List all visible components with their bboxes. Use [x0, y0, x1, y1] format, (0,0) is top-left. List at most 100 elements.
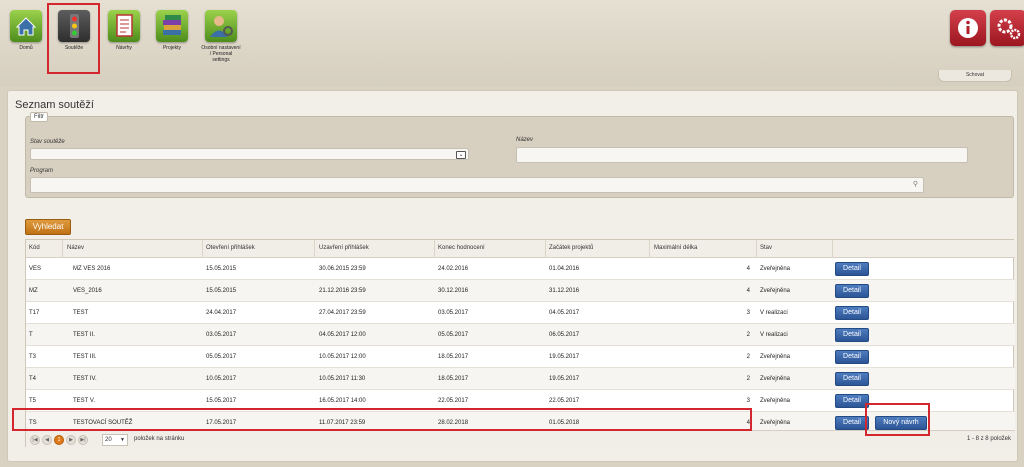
- cell-code: T17: [29, 310, 40, 316]
- col-status[interactable]: Stav: [760, 245, 772, 251]
- cell-max-len: 2: [746, 332, 750, 338]
- table-row[interactable]: T TEST II. 03.05.2017 04.05.2017 12:00 05.05…: [26, 324, 1015, 346]
- books-icon: [156, 10, 188, 42]
- settings-button[interactable]: [990, 10, 1024, 46]
- col-divider: [314, 240, 315, 258]
- table-row[interactable]: T4 TEST IV. 10.05.2017 10.05.2017 11:30 18.0…: [26, 368, 1015, 390]
- cell-status: Zveřejněna: [760, 420, 791, 426]
- detail-button[interactable]: Detail: [835, 394, 869, 408]
- detail-button[interactable]: Detail: [835, 350, 869, 364]
- col-divider: [756, 240, 757, 258]
- nav-personal-settings-label: Osobní nastavení / Personal settings: [201, 45, 241, 63]
- cell-close: 10.05.2017 12:00: [319, 354, 366, 360]
- cell-status: V realizaci: [760, 310, 788, 316]
- col-name[interactable]: Název: [67, 245, 84, 251]
- cell-name: TEST II.: [73, 332, 95, 338]
- col-close[interactable]: Uzavření přihlášek: [319, 245, 369, 251]
- page-title: Seznam soutěží: [15, 99, 94, 111]
- col-open[interactable]: Otevření přihlášek: [206, 245, 255, 251]
- col-eval-end[interactable]: Konec hodnocení: [438, 245, 485, 251]
- table-row[interactable]: T17 TEST 24.04.2017 27.04.2017 23:59 03.05.2…: [26, 302, 1015, 324]
- chevron-down-icon: ▼: [120, 437, 125, 443]
- cell-start: 19.05.2017: [549, 354, 580, 360]
- cell-open: 03.05.2017: [206, 332, 237, 338]
- filter-section: Filtr Stav soutěže ⌄ Název Program ⚲: [25, 112, 1014, 198]
- detail-button[interactable]: Detail: [835, 284, 869, 298]
- cell-eval-end: 18.05.2017: [438, 354, 469, 360]
- col-divider: [545, 240, 546, 258]
- col-divider: [202, 240, 203, 258]
- program-label: Program: [30, 168, 54, 174]
- cell-close: 21.12.2016 23:59: [319, 288, 366, 294]
- detail-button[interactable]: Detail: [835, 372, 869, 386]
- gears-icon: [997, 18, 1021, 40]
- page-size-select[interactable]: 20 ▼: [102, 434, 128, 446]
- lookup-icon[interactable]: ⚲: [913, 180, 918, 188]
- cell-status: Zveřejněna: [760, 288, 791, 294]
- cell-code: T4: [29, 376, 37, 382]
- last-page-button[interactable]: ▶|: [78, 435, 88, 445]
- cell-close: 30.06.2015 23:59: [319, 266, 366, 272]
- col-divider: [649, 240, 650, 258]
- nav-projects[interactable]: Projekty: [152, 10, 192, 51]
- cell-start: 31.12.2016: [549, 288, 580, 294]
- cell-eval-end: 18.05.2017: [438, 376, 469, 382]
- cell-max-len: 3: [746, 398, 750, 404]
- current-page[interactable]: 1: [54, 435, 64, 445]
- pager-summary: 1 - 8 z 8 položek: [966, 436, 1011, 442]
- name-input[interactable]: [516, 147, 968, 163]
- col-divider: [832, 240, 833, 258]
- cell-max-len: 3: [746, 310, 750, 316]
- top-bar: Domů Soutěže Návrhy Projekty Osobní nast…: [0, 0, 1024, 86]
- table-header: Kód Název Otevření přihlášek Uzavření př…: [26, 240, 1015, 258]
- cell-max-len: 4: [746, 288, 750, 294]
- cell-open: 05.05.2017: [206, 354, 237, 360]
- prev-page-button[interactable]: ◀: [42, 435, 52, 445]
- cell-name: TEST IV.: [73, 376, 97, 382]
- detail-button[interactable]: Detail: [835, 328, 869, 342]
- page-size-value: 20: [105, 437, 112, 443]
- cell-start: 01.04.2016: [549, 266, 580, 272]
- detail-button[interactable]: Detail: [835, 262, 869, 276]
- cell-name: TEST III.: [73, 354, 97, 360]
- cell-code: T5: [29, 398, 37, 404]
- page-size-label: položek na stránku: [134, 436, 185, 442]
- cell-code: VES: [29, 266, 42, 272]
- detail-button[interactable]: Detail: [835, 416, 869, 430]
- nav-home[interactable]: Domů: [6, 10, 46, 51]
- highlight-new-proposal: [865, 403, 930, 436]
- program-input[interactable]: ⚲: [30, 177, 924, 193]
- cell-eval-end: 30.12.2016: [438, 288, 469, 294]
- cell-start: 06.05.2017: [549, 332, 580, 338]
- search-button[interactable]: Vyhledat: [25, 219, 71, 235]
- table-row[interactable]: MZ VES_2016 15.05.2015 21.12.2016 23:59 30.1…: [26, 280, 1015, 302]
- cell-name: VES_2016: [73, 288, 102, 294]
- col-start[interactable]: Začátek projektů: [549, 245, 593, 251]
- cell-eval-end: 03.05.2017: [438, 310, 469, 316]
- detail-button[interactable]: Detail: [835, 306, 869, 320]
- next-page-button[interactable]: ▶: [66, 435, 76, 445]
- cell-status: Zveřejněna: [760, 398, 791, 404]
- table-row[interactable]: VES MZ VES 2016 15.05.2015 30.06.2015 23:59…: [26, 258, 1015, 280]
- first-page-button[interactable]: |◀: [30, 435, 40, 445]
- hide-toolbar-tab[interactable]: Schovat: [938, 70, 1012, 82]
- nav-personal-settings[interactable]: Osobní nastavení / Personal settings: [201, 10, 241, 63]
- cell-open: 15.05.2015: [206, 288, 237, 294]
- highlight-row: [12, 408, 752, 431]
- col-code[interactable]: Kód: [29, 245, 40, 251]
- home-icon: [10, 10, 42, 42]
- name-label: Název: [516, 137, 534, 143]
- filter-legend: Filtr: [30, 112, 48, 122]
- nav-home-label: Domů: [19, 45, 33, 51]
- status-select[interactable]: ⌄: [30, 148, 469, 160]
- cell-open: 15.05.2017: [206, 398, 237, 404]
- col-max-length[interactable]: Maximální délka: [654, 245, 697, 251]
- chevron-down-icon[interactable]: ⌄: [456, 151, 466, 159]
- col-divider: [62, 240, 63, 258]
- info-button[interactable]: [950, 10, 986, 46]
- cell-status: V realizaci: [760, 332, 788, 338]
- cell-max-len: 4: [746, 266, 750, 272]
- cell-code: MZ: [29, 288, 38, 294]
- nav-proposals[interactable]: Návrhy: [104, 10, 144, 51]
- table-row[interactable]: T3 TEST III. 05.05.2017 10.05.2017 12:00 18.…: [26, 346, 1015, 368]
